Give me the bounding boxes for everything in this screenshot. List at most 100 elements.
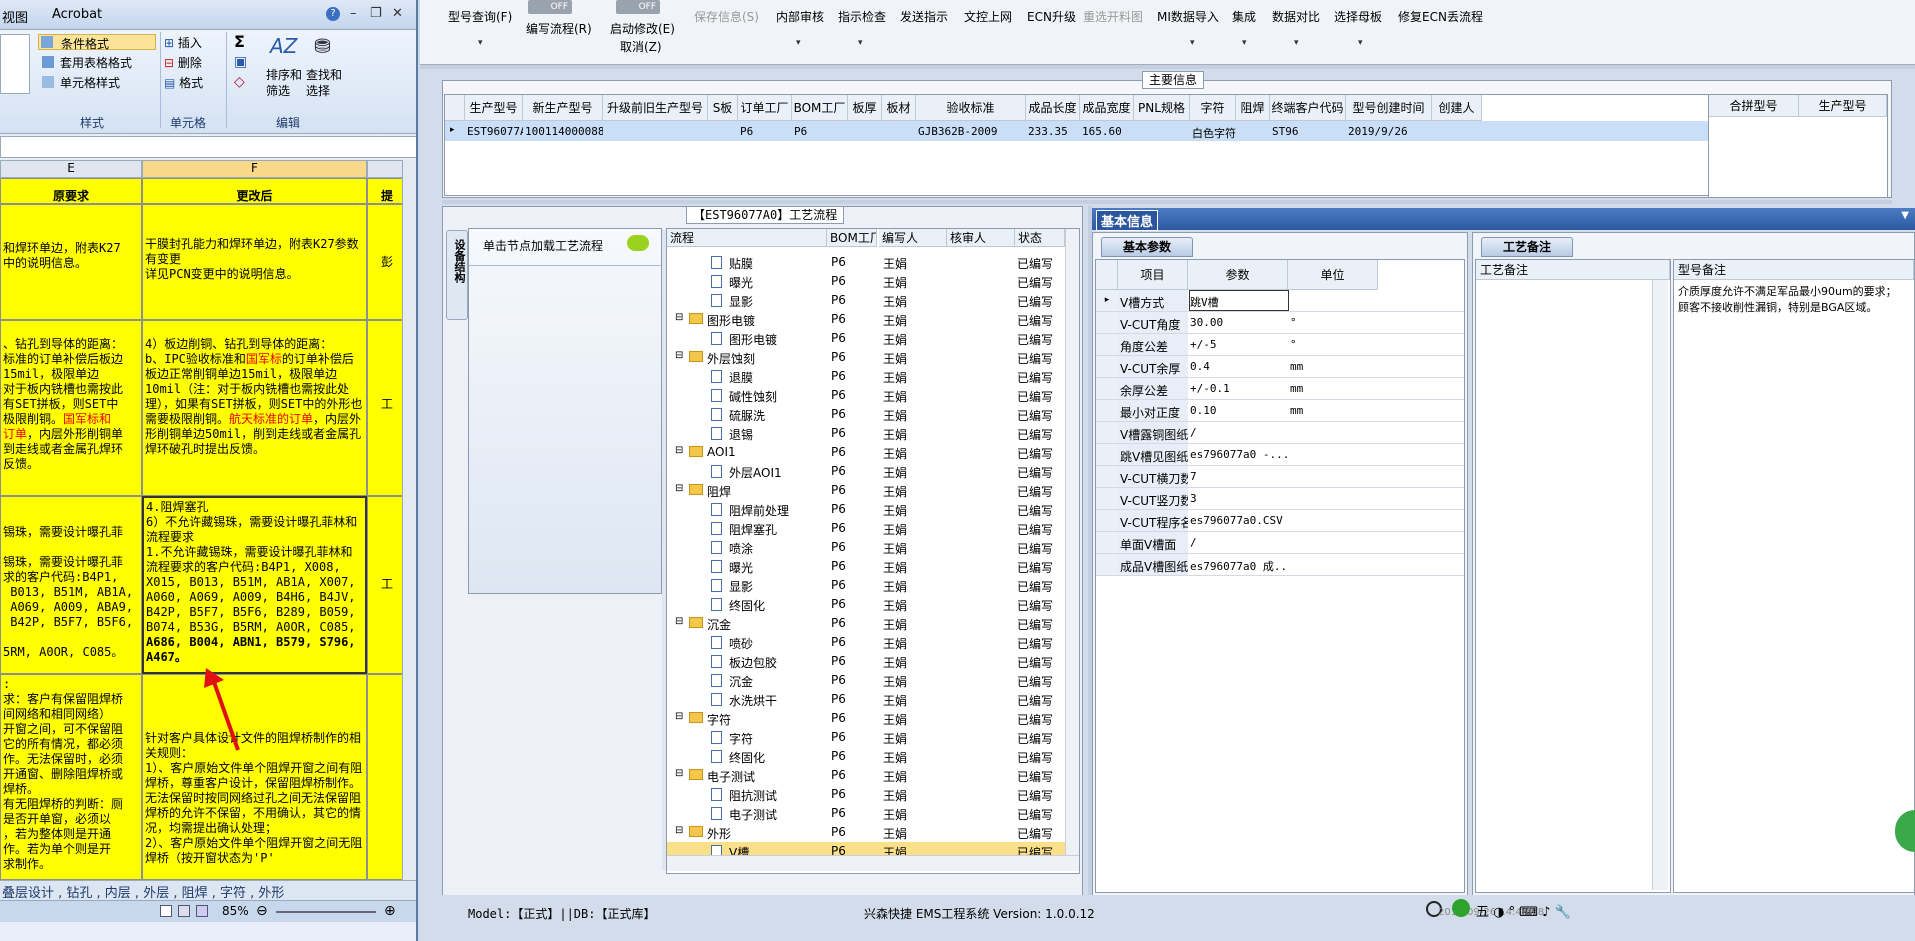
cell-f3-selected[interactable]: 4.阻焊塞孔 6）不允许藏锡珠，需要设计曝孔菲林和流程要求 1.不允许藏锡珠，需… [142, 496, 367, 674]
flow-tree-row[interactable]: 字符 P6 王娟 已编写 [667, 728, 1065, 747]
param-row[interactable]: 跳V槽见图纸 es796077a0 -... [1096, 444, 1464, 466]
btn-select-mother[interactable]: 选择母板 [1334, 8, 1382, 25]
chevron-down-icon[interactable]: ▼ [1901, 210, 1909, 221]
page-break-icon[interactable] [196, 905, 208, 917]
btn-data-compare[interactable]: 数据对比 [1272, 8, 1320, 25]
params-col-header[interactable]: 单位 [1288, 260, 1378, 290]
chevron-down-icon[interactable]: ▾ [796, 38, 801, 48]
flow-tree-row[interactable]: V槽 P6 王娟 已编写 [667, 842, 1065, 855]
params-col-header[interactable]: 参数 [1188, 260, 1288, 290]
toggle-edit-flow[interactable]: OFF [528, 0, 572, 14]
main-info-col-header[interactable]: 生产型号 [465, 95, 523, 121]
btn-cancel[interactable]: 取消(Z) [620, 38, 662, 55]
param-value[interactable]: 3 [1190, 492, 1288, 505]
flow-tree-row[interactable]: 终固化 P6 王娟 已编写 [667, 595, 1065, 614]
params-col-header[interactable]: 项目 [1118, 260, 1188, 290]
delete-button[interactable]: ⊟ 删除 [164, 54, 224, 70]
btn-instruction-check[interactable]: 指示检查 [838, 8, 886, 25]
main-info-cell[interactable]: 白色字符 [1192, 125, 1236, 141]
collapse-icon[interactable]: ⊟ [675, 445, 683, 456]
param-row[interactable]: ▸ V槽方式 跳V槽 [1096, 290, 1464, 312]
ribbon-tab-view[interactable]: 视图 [2, 7, 28, 26]
chevron-down-icon[interactable]: ▾ [1190, 38, 1195, 48]
btn-save-info[interactable]: 保存信息(S) [694, 8, 759, 25]
col-header-f[interactable]: F [142, 160, 367, 178]
formula-bar[interactable] [0, 136, 416, 158]
flow-tree-row[interactable]: ⊟ 外形 P6 王娟 已编写 [667, 823, 1065, 842]
flow-tree-row[interactable]: 退锡 P6 王娟 已编写 [667, 424, 1065, 443]
format-button[interactable]: ▤ 格式 [164, 74, 224, 90]
param-row[interactable]: 余厚公差 +/-0.1 mm [1096, 378, 1464, 400]
restore-icon[interactable]: ❐ [370, 6, 382, 21]
main-info-col-header[interactable]: 成品宽度 [1080, 95, 1134, 121]
col-header-g[interactable] [367, 160, 407, 178]
main-info-col-header[interactable]: 字符 [1190, 95, 1236, 121]
side-tab-equipment[interactable]: 设备结构 [446, 230, 468, 320]
param-row[interactable]: V-CUT角度 30.00 ° [1096, 312, 1464, 334]
collapse-icon[interactable]: ⊟ [675, 350, 683, 361]
cell-header-g[interactable]: 提 [367, 178, 407, 204]
param-value[interactable]: 30.00 [1190, 316, 1288, 329]
flow-tree-row[interactable]: 阻焊塞孔 P6 王娟 已编写 [667, 519, 1065, 538]
sort-filter-button[interactable]: AZ 排序和 筛选 [266, 32, 302, 98]
main-info-cell[interactable]: ST96 [1272, 125, 1346, 141]
main-info-cell[interactable]: 10011400008884 [525, 125, 603, 141]
chevron-down-icon[interactable]: ▾ [1242, 38, 1247, 48]
param-value[interactable]: 0.4 [1190, 360, 1288, 373]
flow-tree-row[interactable]: 外层AOI1 P6 王娟 已编写 [667, 462, 1065, 481]
splitter[interactable] [442, 200, 1892, 204]
param-value[interactable]: / [1190, 426, 1288, 439]
cell-style-button[interactable]: 单元格样式 [38, 74, 156, 90]
main-info-cell[interactable]: 2019/9/26 [1348, 125, 1432, 141]
flow-tree-row[interactable]: 阻焊前处理 P6 王娟 已编写 [667, 500, 1065, 519]
font-size-combo[interactable] [0, 34, 30, 94]
toggle-start-modify[interactable]: OFF [616, 0, 660, 14]
cell-g3[interactable]: 工 [367, 496, 407, 674]
collapse-icon[interactable]: ⊟ [675, 768, 683, 779]
zoom-slider[interactable] [276, 911, 376, 913]
flow-tree-row[interactable]: 显影 P6 王娟 已编写 [667, 291, 1065, 310]
flow-tree-row[interactable]: 曝光 P6 王娟 已编写 [667, 272, 1065, 291]
param-value[interactable]: es796077a0 成... [1190, 558, 1288, 574]
flow-tree-row[interactable]: 碱性蚀刻 P6 王娟 已编写 [667, 386, 1065, 405]
btn-doc-online[interactable]: 文控上网 [964, 8, 1012, 25]
production-model-header[interactable]: 生产型号 [1799, 95, 1887, 117]
param-value[interactable]: 0.10 [1190, 404, 1288, 417]
param-value[interactable]: 7 [1190, 470, 1288, 483]
main-info-col-header[interactable]: 终端客户代码 [1270, 95, 1346, 121]
btn-send-instruction[interactable]: 发送指示 [900, 8, 948, 25]
merge-model-header[interactable]: 合拼型号 [1709, 95, 1799, 117]
btn-internal-review[interactable]: 内部审核 [776, 8, 824, 25]
main-info-col-header[interactable]: 升级前旧生产型号 [603, 95, 708, 121]
model-remarks-box[interactable]: 型号备注 介质厚度允许不满足军品最小90um的要求； 顾客不接收削性漏铜，特别是B… [1673, 259, 1915, 893]
cell-f2[interactable]: 4）板边削铜、钻孔到导体的距离： b、IPC验收标准和国军标的订单补偿后板边正常… [142, 320, 367, 496]
main-info-cell[interactable] [850, 125, 882, 141]
btn-fix-ecn[interactable]: 修复ECN丢流程 [1398, 8, 1483, 25]
flow-tree-row[interactable]: 喷涂 P6 王娟 已编写 [667, 538, 1065, 557]
flow-tree-row[interactable]: ⊟ AOI1 P6 王娟 已编写 [667, 443, 1065, 462]
zoom-out-icon[interactable]: ⊖ [256, 903, 268, 919]
process-remarks-scrollbar[interactable] [1652, 280, 1668, 890]
main-info-cell[interactable] [605, 125, 708, 141]
flow-tree-row[interactable]: ⊟ 沉金 P6 王娟 已编写 [667, 614, 1065, 633]
cell-f1[interactable]: 干膜封孔能力和焊环单边，附表K27参数有变更 详见PCN变更中的说明信息。 [142, 204, 367, 320]
main-info-col-header[interactable]: PNL规格 [1134, 95, 1190, 121]
collapse-icon[interactable]: ⊟ [675, 616, 683, 627]
cell-header-changed[interactable]: 更改后 [142, 178, 367, 204]
flow-tree-row[interactable]: ⊟ 图形电镀 P6 王娟 已编写 [667, 310, 1065, 329]
collapse-icon[interactable]: ⊟ [675, 483, 683, 494]
main-info-col-header[interactable]: 成品长度 [1026, 95, 1080, 121]
btn-start-modify[interactable]: 启动修改(E) [610, 20, 675, 37]
autosum-icon[interactable]: Σ [234, 32, 245, 51]
normal-view-icon[interactable] [160, 905, 172, 917]
main-info-col-header[interactable]: 创建人 [1432, 95, 1482, 121]
help-icon[interactable]: ? [326, 7, 340, 21]
flow-col-header[interactable]: 编写人 [879, 229, 947, 247]
main-info-cell[interactable] [1434, 125, 1482, 141]
param-row[interactable]: V槽露铜图纸 / [1096, 422, 1464, 444]
param-value[interactable]: es796077a0 -... [1190, 448, 1288, 461]
ribbon-tab-acrobat[interactable]: Acrobat [52, 7, 102, 22]
flow-tree-row[interactable]: ⊟ 字符 P6 王娟 已编写 [667, 709, 1065, 728]
cell-e4[interactable]: : 求：客户有保留阻焊桥 间网络和相同网络） 开窗之间，可不保留阻 它的所有情况… [0, 674, 142, 880]
zoom-in-icon[interactable]: ⊕ [384, 903, 396, 919]
